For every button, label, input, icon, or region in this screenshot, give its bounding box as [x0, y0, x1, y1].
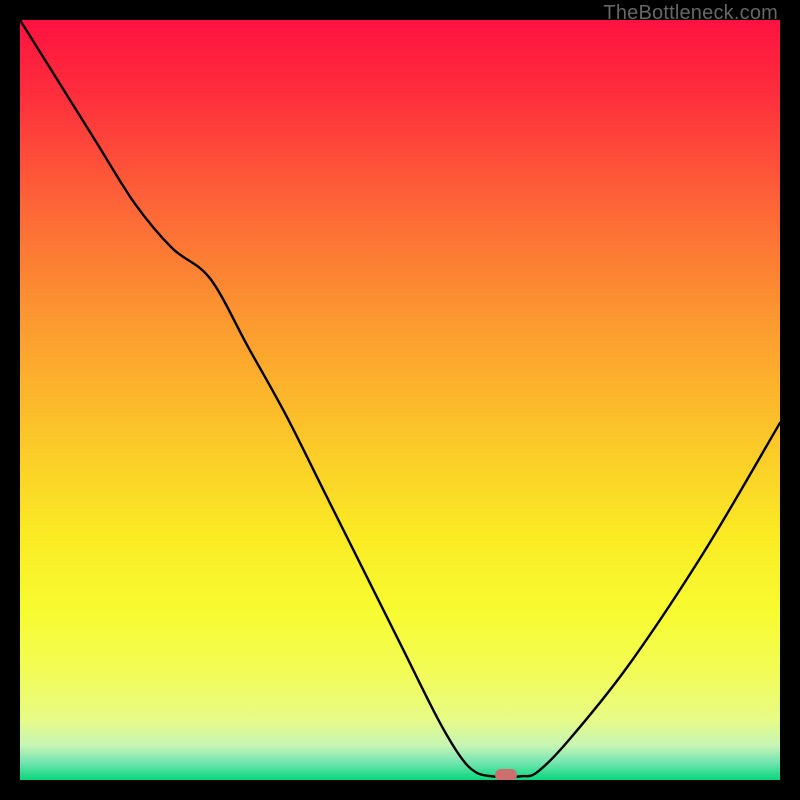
plot-area — [20, 20, 780, 780]
curve-layer — [20, 20, 780, 780]
watermark-label: TheBottleneck.com — [603, 2, 778, 25]
bottleneck-chart: TheBottleneck.com — [0, 0, 800, 800]
optimal-marker — [495, 769, 517, 780]
bottleneck-curve-path — [20, 20, 780, 777]
